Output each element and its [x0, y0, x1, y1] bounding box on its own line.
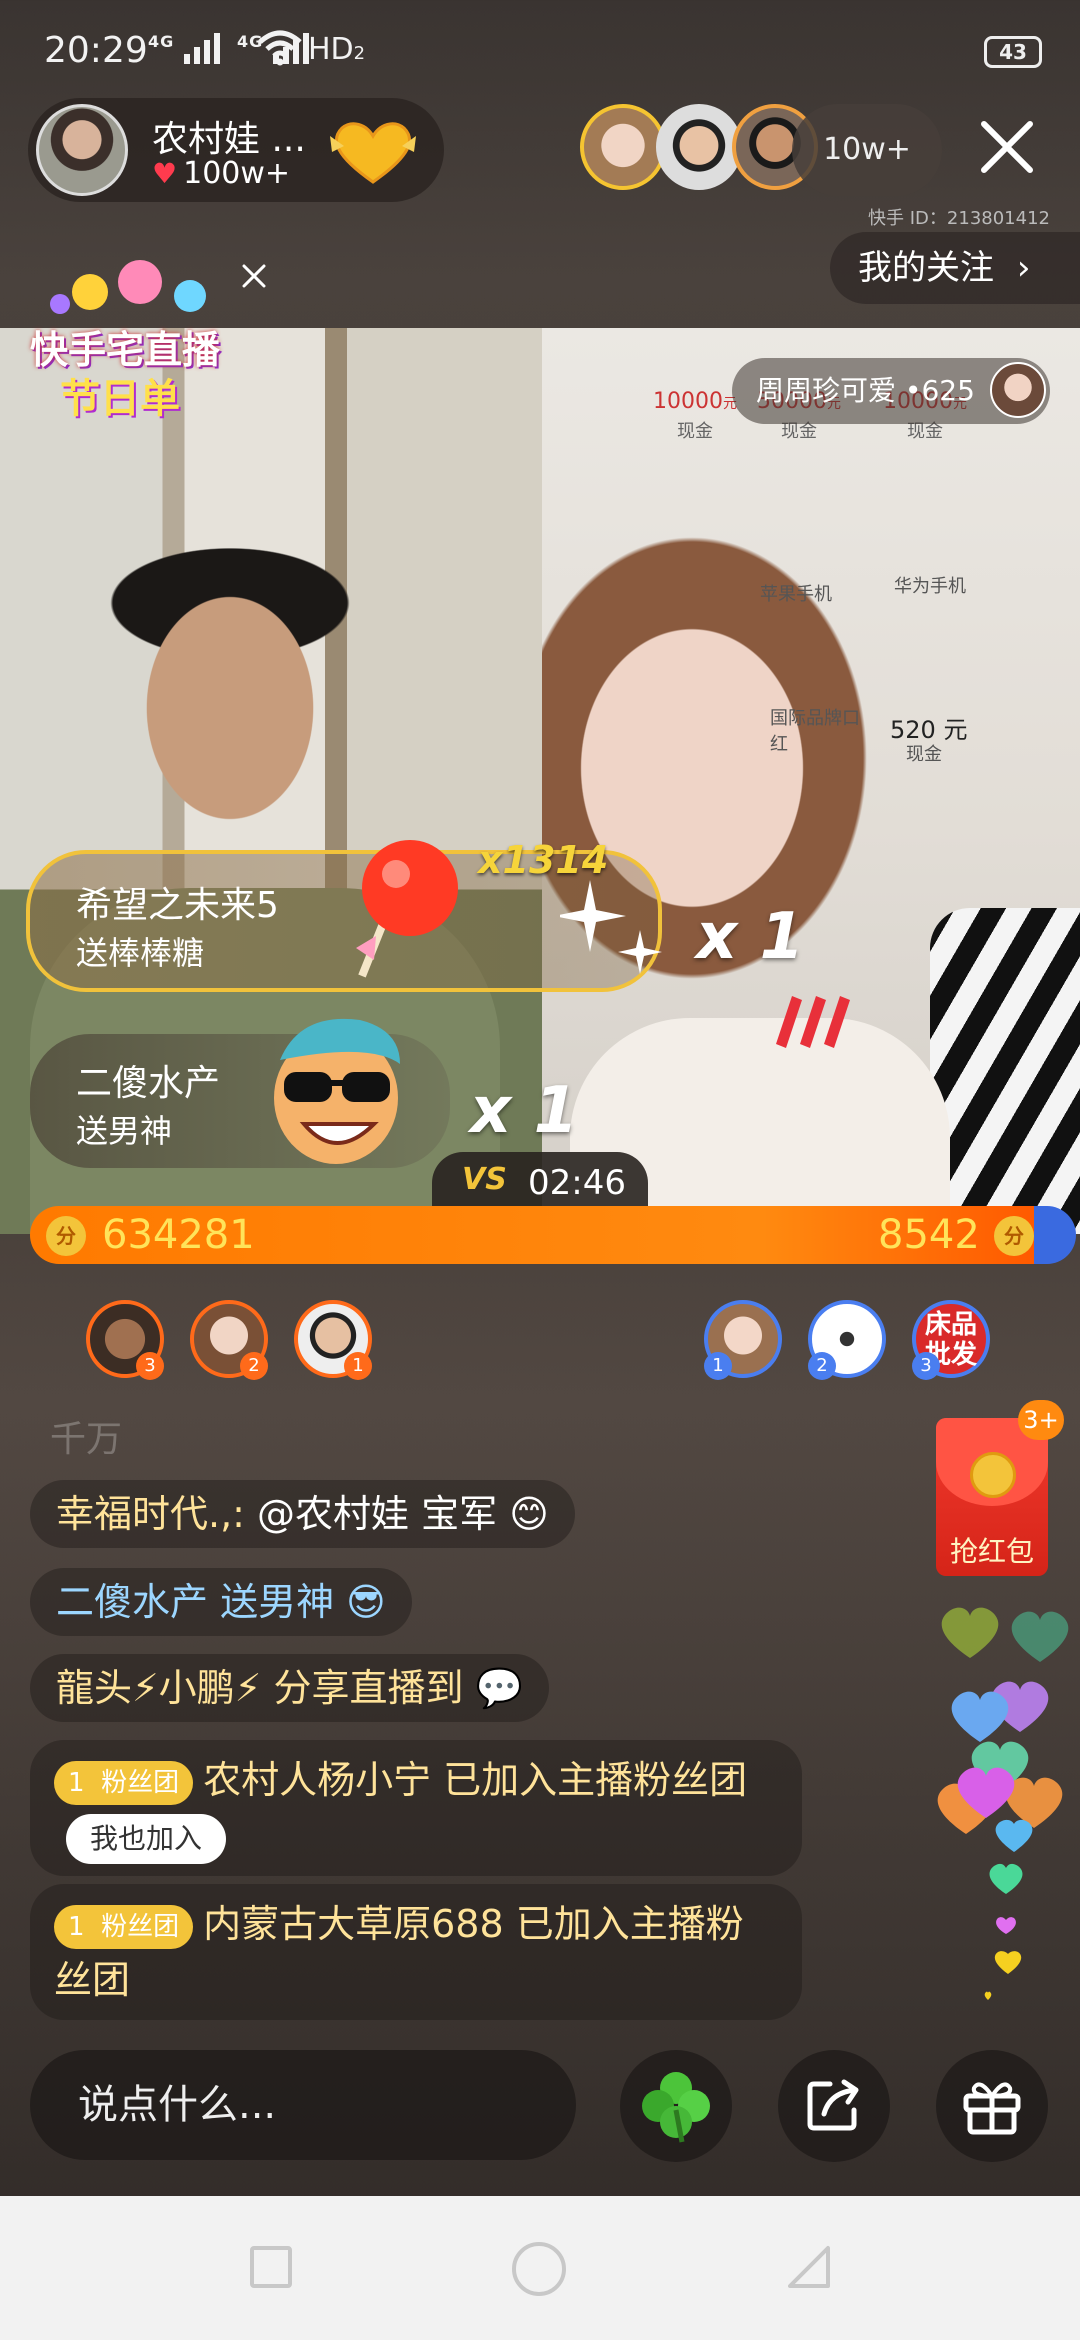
opponent-name: 周周珍可爱 [756, 374, 897, 407]
gift-1-user: 希望之未来5 [76, 885, 279, 926]
board-line-apple: 苹果手机 [760, 584, 832, 605]
my-following-button[interactable]: 我的关注 › [830, 232, 1080, 304]
my-following-label: 我的关注 [858, 248, 994, 288]
vs-icon: VS [462, 1162, 507, 1197]
host-likes-count: 100w+ [183, 156, 291, 191]
festival-line-2: 节日单 [60, 376, 180, 422]
signal-bars-icon [183, 32, 220, 64]
opponent-score: •625 [904, 374, 975, 407]
red-packet-label: 抢红包 [949, 1535, 1034, 1568]
comment-input[interactable] [30, 2050, 576, 2160]
gift-icon [963, 2082, 1021, 2135]
chat-3-user: 龍头⚡小鹏⚡ [56, 1666, 262, 1710]
festival-badge[interactable]: 快手宅直播 节日单 [30, 252, 260, 432]
status-time: 20:29 [44, 30, 148, 71]
share-icon [807, 2079, 859, 2131]
sparkle-icon [560, 880, 662, 974]
chat-faded-message: 千万 [50, 1419, 123, 1460]
gift-2-user: 二傻水产 [76, 1063, 221, 1104]
hd-label: HD [308, 32, 354, 67]
festival-close-icon[interactable] [234, 256, 274, 296]
kuaishou-id: 快手 ID：213801412 [868, 208, 1050, 229]
pk-right-coin-icon: 分 [994, 1216, 1034, 1256]
fan-badge-label-2: 粉丝团 [101, 1911, 180, 1942]
prize-board-1-label: 现金 [677, 421, 713, 442]
chevron-right-icon: › [1016, 248, 1031, 288]
fan-join-message-1: 1 粉丝团 农村人杨小宁 已加入主播粉丝团我也加入 [30, 1740, 802, 1876]
right-contributor-rank-2: 2 [808, 1352, 836, 1380]
gift-2-action: 送男神 [76, 1112, 173, 1150]
board-line-huawei: 华为手机 [894, 576, 966, 597]
right-contributor-rank-3: 3 [912, 1352, 940, 1380]
back-icon[interactable] [784, 2242, 834, 2292]
lipstick-marks-icon [776, 996, 850, 1048]
chat-message-3: 龍头⚡小鹏⚡ 分享直播到 💬 [30, 1654, 549, 1722]
fan-level-2: 1 [68, 1911, 85, 1942]
opponent-avatar[interactable] [990, 362, 1046, 418]
fan-level-1: 1 [68, 1767, 85, 1798]
gift-2-multiplier: x 1 [470, 1074, 579, 1148]
fan-badge-label-1: 粉丝团 [101, 1767, 180, 1798]
wifi-icon [258, 30, 302, 66]
lollipop-icon [356, 840, 458, 978]
gift-1-action: 送棒棒糖 [76, 934, 205, 972]
pk-right-score: 8542 [878, 1212, 980, 1258]
gift-1-multiplier: x 1 [696, 900, 805, 974]
home-icon[interactable] [512, 2242, 566, 2296]
third-person-figure [930, 908, 1080, 1234]
hd-indicator: HD2 [308, 32, 365, 67]
pk-left-coin-icon: 分 [46, 1216, 86, 1256]
chat-1-text: @农村娃 宝军 😊 [244, 1492, 549, 1536]
fan-badge-1: 1 粉丝团 [54, 1760, 194, 1805]
gift-1-multiplier-gold: x1314 [478, 838, 609, 882]
recent-apps-icon[interactable] [250, 2246, 292, 2288]
clover-icon [642, 2072, 710, 2143]
hd-sub-label: 2 [353, 43, 366, 64]
join-fan-club-button[interactable]: 我也加入 [66, 1813, 227, 1864]
fan-join-text-1: 农村人杨小宁 已加入主播粉丝团 [203, 1758, 748, 1802]
floating-hearts-icon [937, 1607, 1069, 2000]
chat-1-user: 幸福时代.,: [56, 1492, 245, 1536]
chat-3-text: 分享直播到 💬 [261, 1666, 523, 1710]
red-packet-count: 3+ [1018, 1400, 1064, 1440]
chat-message-2: 二傻水产 送男神 😎 [30, 1568, 412, 1636]
left-contributor-rank-3: 3 [136, 1352, 164, 1380]
host-name: 农村娃 ... [152, 119, 306, 160]
prize-board-1-amount: 10000 [653, 389, 723, 414]
chat-message-1: 幸福时代.,: @农村娃 宝军 😊 [30, 1480, 575, 1548]
fan-badge-2: 1 粉丝团 [54, 1904, 194, 1949]
fan-join-message-2: 1 粉丝团 内蒙古大草原688 已加入主播粉丝团 [30, 1884, 802, 2020]
board-line-cash: 现金 [906, 744, 942, 765]
chat-2-user: 二傻水产 [56, 1580, 209, 1624]
festival-line-1: 快手宅直播 [30, 328, 221, 372]
festival-decoration-icon [50, 260, 206, 314]
host-likes: ♥ 100w+ [152, 156, 290, 191]
host-avatar[interactable] [36, 104, 128, 196]
battery-icon: 43 [984, 36, 1042, 68]
left-contributor-rank-2: 2 [240, 1352, 268, 1380]
left-contributor-rank-1: 1 [344, 1352, 372, 1380]
top-viewer-avatar-1[interactable] [580, 104, 666, 190]
pk-left-score: 634281 [102, 1212, 255, 1258]
top-viewer-avatar-2[interactable] [656, 104, 742, 190]
cool-guy-gift-icon [274, 1018, 400, 1164]
right-contributor-rank-1: 1 [704, 1352, 732, 1380]
network-label-1: 4G [148, 32, 175, 51]
follow-heart-icon[interactable] [326, 116, 420, 186]
heart-icon: ♥ [152, 157, 178, 190]
red-packet-coin-icon [970, 1452, 1016, 1498]
chat-2-text: 送男神 😎 [208, 1580, 386, 1624]
viewer-count[interactable]: 10w+ [792, 104, 942, 196]
close-icon[interactable] [972, 112, 1042, 182]
board-line-lipstick: 国际品牌口红 [770, 708, 860, 755]
